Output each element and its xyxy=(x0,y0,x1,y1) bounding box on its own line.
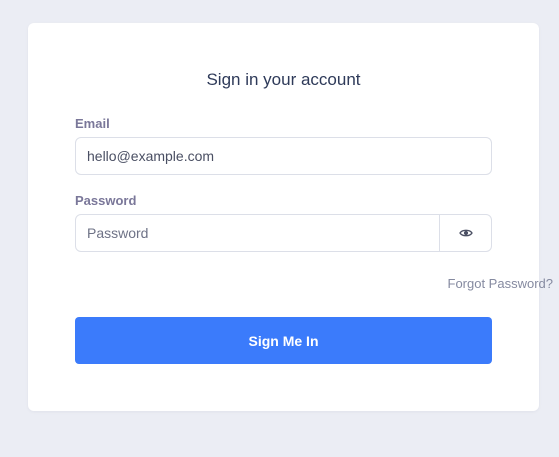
email-label: Email xyxy=(75,116,110,131)
sign-in-button[interactable]: Sign Me In xyxy=(75,317,492,364)
show-password-button[interactable] xyxy=(439,214,492,252)
eye-icon xyxy=(458,228,473,238)
login-card: Sign in your account Email Password Forg… xyxy=(28,23,553,411)
password-label: Password xyxy=(75,193,137,208)
forgot-password-link[interactable]: Forgot Password? xyxy=(448,276,554,292)
page-title: Sign in your account xyxy=(206,70,361,89)
password-field[interactable] xyxy=(75,214,440,252)
email-field[interactable] xyxy=(75,137,492,175)
